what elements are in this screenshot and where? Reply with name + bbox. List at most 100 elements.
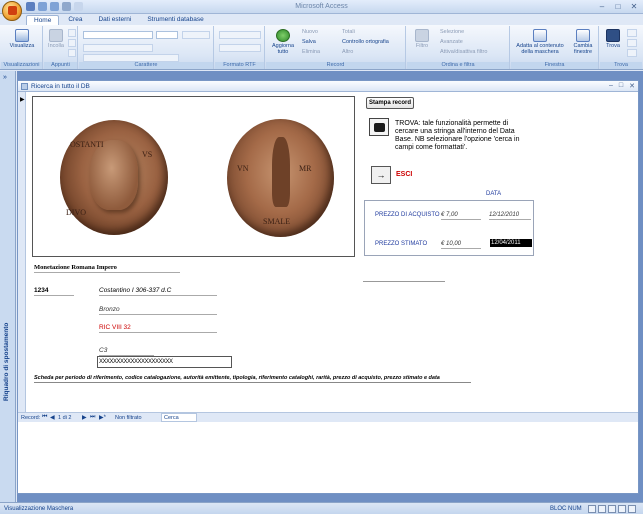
coin-legend-left-c: VS	[142, 150, 153, 159]
last-record-button[interactable]: ⏭	[90, 414, 95, 421]
font-name-combo[interactable]	[83, 31, 153, 39]
app-title: Microsoft Access	[295, 3, 348, 10]
group-label: Record	[266, 62, 405, 69]
trova-description: TROVA: tale funzionalità permette di cer…	[395, 120, 520, 151]
coin-obverse-image: DIVO OSTANTI VS	[60, 120, 168, 235]
aggiorna-tutto-button[interactable]: Aggiorna tutto	[268, 29, 298, 55]
form-maximize-button[interactable]: □	[619, 82, 623, 90]
group-appunti: Incolla Appunti	[44, 26, 78, 69]
new-record-button[interactable]: ▶*	[99, 414, 106, 421]
record-selector[interactable]: ▶	[18, 92, 26, 416]
prezzo-acquisto-field[interactable]: € 7,00	[441, 212, 481, 220]
data-acquisto-field[interactable]: 12/12/2010	[489, 212, 531, 220]
filtro-button[interactable]: Filtro	[409, 29, 435, 49]
trova-button[interactable]	[369, 118, 389, 136]
emittente-field[interactable]: Costantino I 306-337 d.C	[99, 287, 217, 296]
coin-legend-right-b: MR	[299, 164, 312, 173]
goto-icon[interactable]	[627, 39, 637, 47]
data-stima-field[interactable]: 12/04/2011	[490, 239, 532, 247]
minimize-button[interactable]: –	[596, 2, 608, 11]
binoculars-icon	[606, 29, 620, 42]
maximize-button[interactable]: □	[612, 2, 624, 11]
font-size-combo[interactable]	[156, 31, 178, 39]
filter-status[interactable]: Non filtrato	[115, 415, 142, 421]
tab-dati-esterni[interactable]: Dati esterni	[91, 15, 138, 25]
altro-button[interactable]: Altro	[342, 49, 353, 55]
list-buttons[interactable]	[219, 31, 261, 39]
tab-home[interactable]: Home	[26, 15, 60, 25]
copy-icon[interactable]	[68, 39, 76, 47]
avanzate-button[interactable]: Avanzate	[440, 39, 463, 45]
attiva-filtro-button[interactable]: Attiva/disattiva filtro	[440, 49, 487, 55]
select-icon[interactable]	[627, 49, 637, 57]
pivot-view-icon[interactable]	[628, 505, 636, 513]
design-view-icon[interactable]	[618, 505, 626, 513]
totali-button[interactable]: Totali	[342, 29, 355, 35]
search-box[interactable]: Cerca	[161, 413, 197, 422]
stampa-record-button[interactable]: Stampa record	[366, 97, 414, 109]
tab-crea[interactable]: Crea	[61, 15, 89, 25]
form-view-icon[interactable]	[588, 505, 596, 513]
incolla-button[interactable]: Incolla	[46, 29, 66, 49]
nuovo-button[interactable]: Nuovo	[302, 29, 318, 35]
form-window: Ricerca in tutto il DB – □ ✕ ▶ DIVO OSTA…	[17, 80, 639, 494]
monetazione-field[interactable]: Monetazione Romana Impero	[34, 264, 180, 273]
group-ordina-filtra: Filtro Selezione Avanzate Attiva/disatti…	[407, 26, 510, 69]
next-record-button[interactable]: ▶	[82, 414, 87, 421]
office-logo-icon	[8, 6, 17, 15]
form-close-button[interactable]: ✕	[629, 82, 635, 90]
current-record-icon: ▶	[20, 97, 25, 103]
salva-button[interactable]: Salva	[302, 39, 316, 45]
numero-field[interactable]: 1234	[34, 287, 74, 296]
tab-strumenti-database[interactable]: Strumenti database	[140, 15, 210, 25]
elimina-button[interactable]: Elimina	[302, 49, 320, 55]
close-button[interactable]: ✕	[628, 2, 640, 11]
group-visualizzazioni: Visualizza Visualizzazioni	[1, 26, 43, 69]
adatta-button[interactable]: Adatta al contenuto della maschera	[513, 29, 567, 55]
data-header: DATA	[486, 191, 502, 197]
office-button[interactable]	[2, 1, 22, 21]
nav-pane-toggle[interactable]: »	[3, 74, 7, 81]
rarita-field[interactable]: C3	[99, 347, 154, 356]
fit-icon	[533, 29, 547, 42]
binoculars-icon	[374, 123, 385, 132]
layout-view-icon[interactable]	[608, 505, 616, 513]
replace-icon[interactable]	[627, 29, 637, 37]
prezzo-acquisto-label: PREZZO DI ACQUISTO	[375, 212, 440, 218]
nav-pane-label: Riquadro di spostamento	[3, 322, 10, 401]
prezzo-stimato-field[interactable]: € 10,00	[441, 241, 481, 249]
form-icon	[21, 83, 28, 90]
materiale-field[interactable]: Bronzo	[99, 306, 217, 315]
title-bar: Microsoft Access – □ ✕	[0, 0, 643, 14]
form-minimize-button[interactable]: –	[609, 82, 613, 90]
esci-button[interactable]: →	[371, 166, 391, 184]
first-record-button[interactable]: ⏮	[42, 414, 47, 421]
align-buttons[interactable]	[182, 31, 210, 39]
font-color-buttons[interactable]	[83, 54, 179, 62]
coin-legend-right-c: SMALE	[263, 217, 291, 226]
ribbon-tabs: Home Crea Dati esterni Strumenti databas…	[26, 15, 211, 25]
coin-photo: DIVO OSTANTI VS VN MR SMALE	[32, 96, 355, 257]
record-counter[interactable]: 1 di 2	[58, 415, 71, 421]
font-format-buttons[interactable]	[83, 44, 153, 52]
windows-icon	[576, 29, 590, 42]
trova-ribbon-button[interactable]: Trova	[602, 29, 624, 49]
form-window-controls: – □ ✕	[609, 82, 635, 90]
status-num-lock: BLOC NUM	[550, 506, 582, 512]
pattern-field[interactable]: XXXXXXXXXXXXXXXXXXXXX	[97, 356, 232, 368]
indent-buttons[interactable]	[219, 44, 261, 52]
price-box: PREZZO DI ACQUISTO € 7,00 12/12/2010 PRE…	[364, 200, 534, 256]
visualizza-button[interactable]: Visualizza	[5, 29, 39, 49]
group-label: Ordina e filtra	[407, 62, 509, 69]
group-label: Appunti	[44, 62, 77, 69]
navigation-pane[interactable]: » Riquadro di spostamento	[0, 71, 16, 502]
cambia-finestre-button[interactable]: Cambia finestre	[569, 29, 597, 55]
datasheet-view-icon[interactable]	[598, 505, 606, 513]
cut-icon[interactable]	[68, 29, 76, 37]
selezione-button[interactable]: Selezione	[440, 29, 464, 35]
format-painter-icon[interactable]	[68, 49, 76, 57]
previous-record-button[interactable]: ◀	[50, 414, 55, 421]
controllo-ortografia-button[interactable]: Controllo ortografia	[342, 39, 389, 45]
catalogo-field[interactable]: RIC VIII 32	[99, 324, 217, 333]
group-label: Finestra	[511, 62, 598, 69]
